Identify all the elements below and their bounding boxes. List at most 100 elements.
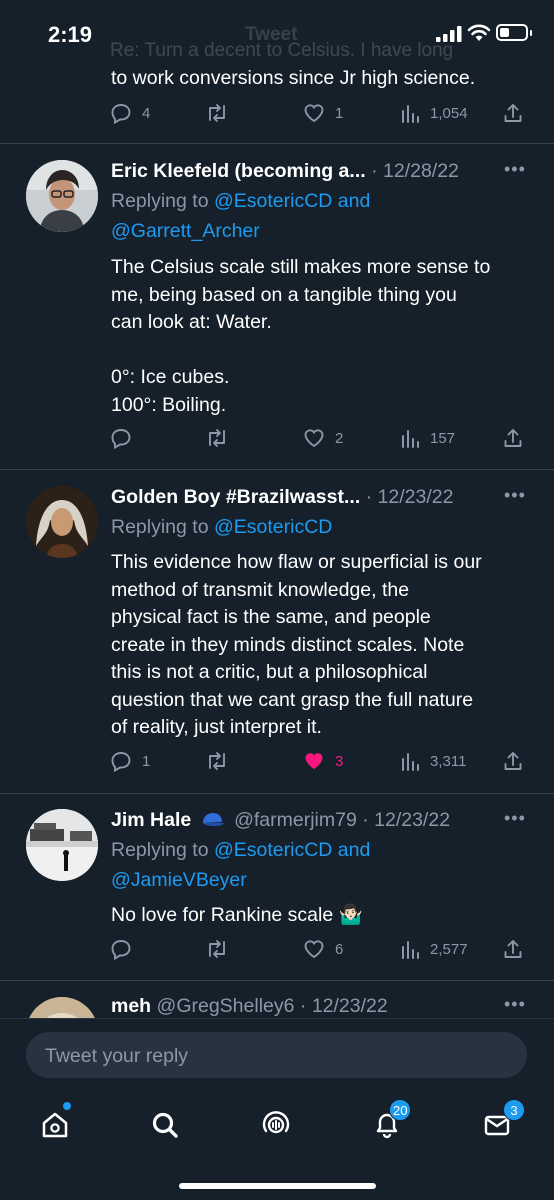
reply-button[interactable] (110, 938, 142, 960)
tab-spaces[interactable] (256, 1105, 296, 1145)
battery-icon (496, 24, 528, 41)
author-name[interactable]: meh (111, 995, 151, 1017)
avatar[interactable] (26, 809, 98, 881)
tweet-date[interactable]: · 12/23/22 (300, 995, 388, 1017)
divider (0, 793, 554, 794)
like-count: 6 (335, 940, 344, 958)
reply-icon (111, 104, 131, 124)
more-options-icon[interactable]: ••• (504, 994, 526, 1015)
tweet-text-line: 0°: Ice cubes. (111, 366, 230, 388)
battery-tip (530, 30, 532, 36)
views-button[interactable]: 3,311 (400, 750, 466, 772)
retweet-button[interactable] (205, 750, 229, 772)
views-button[interactable]: 1,054 (400, 102, 468, 124)
share-icon (504, 429, 522, 447)
heart-filled-icon (305, 753, 323, 769)
retweet-icon (209, 752, 225, 770)
views-button[interactable]: 2,577 (400, 938, 468, 960)
mention-link[interactable]: @EsotericCD (214, 516, 332, 538)
avatar-image (26, 486, 98, 558)
like-button[interactable]: 1 (303, 102, 343, 124)
author-name[interactable]: Jim Hale (111, 809, 191, 831)
share-button[interactable] (503, 750, 523, 772)
views-button[interactable]: 157 (400, 427, 455, 449)
replying-to: Replying to @EsotericCD and @Garrett_Arc… (111, 186, 370, 246)
more-options-icon[interactable]: ••• (504, 485, 526, 506)
spaces-icon (262, 1111, 290, 1134)
like-button[interactable]: 2 (303, 427, 343, 449)
tweet-text-line: me, being based on a tangible thing you (111, 283, 457, 306)
share-button[interactable] (503, 938, 523, 960)
clock: 2:19 (48, 22, 93, 47)
heart-icon (304, 940, 324, 959)
tweet-header: meh @GregShelley6 · 12/23/22 (111, 995, 388, 1018)
tweet-date[interactable]: · 12/23/22 (362, 809, 450, 831)
more-options-icon[interactable]: ••• (504, 808, 526, 829)
reply-compose-bar[interactable] (26, 1032, 527, 1080)
avatar[interactable] (26, 997, 98, 1018)
share-button[interactable] (503, 427, 523, 449)
tweet-text-line: The Celsius scale still makes more sense… (111, 256, 491, 278)
retweet-button[interactable] (205, 427, 229, 449)
share-icon (504, 752, 522, 770)
like-button[interactable]: 6 (303, 938, 343, 960)
retweet-icon (209, 104, 225, 122)
avatar-image (26, 160, 98, 232)
view-count: 3,311 (430, 752, 467, 770)
tab-search[interactable] (145, 1105, 185, 1145)
tweet-text-tail: to work conversions since Jr high scienc… (111, 67, 476, 89)
tweet-text-line: can look at: Water. (111, 311, 272, 333)
heart-icon (304, 429, 324, 448)
notifications-badge: 20 (389, 1099, 412, 1121)
tweet-text-line (111, 337, 531, 365)
views-icon (402, 430, 419, 448)
reply-button[interactable] (110, 427, 142, 449)
avatar[interactable] (26, 160, 98, 232)
mention-link[interactable]: @Garrett_Archer (111, 220, 260, 242)
replying-to-label: Replying to (111, 839, 209, 861)
divider (0, 469, 554, 470)
view-count: 2,577 (430, 940, 468, 958)
avatar[interactable] (26, 486, 98, 558)
status-bar: Tweet Re: Turn a decent to Celsius. I ha… (0, 0, 554, 64)
avatar-image (26, 997, 98, 1018)
retweet-button[interactable] (205, 938, 229, 960)
tweet-text-line: No love for Rankine scale 🤷🏻‍♂️ (111, 904, 363, 926)
share-icon (504, 940, 522, 958)
search-icon (152, 1112, 178, 1138)
reply-button[interactable]: 4 (110, 102, 150, 124)
tweet-text-line: physical fact is the same, and people (111, 606, 431, 628)
heart-icon (304, 104, 324, 123)
mention-link[interactable]: @EsotericCD and (214, 839, 370, 861)
author-name[interactable]: Golden Boy #Brazilwasst... (111, 486, 360, 508)
mention-link[interactable]: @JamieVBeyer (111, 869, 247, 891)
tweet-date[interactable]: · 12/28/22 (371, 160, 459, 182)
reply-button[interactable]: 1 (110, 750, 150, 772)
author-handle[interactable]: @GregShelley6 (157, 995, 295, 1017)
share-button[interactable] (503, 102, 523, 124)
author-handle[interactable]: @farmerjim79 (234, 809, 357, 831)
home-notification-dot (63, 1102, 71, 1110)
tweet-meh[interactable]: meh @GregShelley6 · 12/23/22 ••• (0, 994, 554, 1018)
retweet-button[interactable] (205, 102, 229, 124)
tweet-text-line: this is not a critic, but a philosophica… (111, 661, 428, 683)
tweet-text: The Celsius scale still makes more sense… (111, 254, 531, 419)
replying-to-label: Replying to (111, 190, 209, 212)
mention-link[interactable]: @EsotericCD and (214, 190, 370, 212)
tweet-header: Eric Kleefeld (becoming a... · 12/28/22 (111, 160, 459, 183)
views-icon (402, 753, 419, 771)
more-options-icon[interactable]: ••• (504, 159, 526, 180)
tweet-actions: 2 157 (110, 427, 530, 455)
replying-to-label: Replying to (111, 516, 209, 538)
author-name[interactable]: Eric Kleefeld (becoming a... (111, 160, 366, 182)
tweet-actions: 4 1 1,054 (110, 102, 530, 130)
messages-badge: 3 (503, 1099, 525, 1121)
like-button[interactable]: 3 (303, 750, 343, 772)
tab-home[interactable] (35, 1105, 75, 1145)
views-icon (402, 941, 419, 959)
tweet-text-line: create in they minds distinct scales. No… (111, 633, 465, 656)
reply-input[interactable] (43, 1032, 507, 1080)
divider (0, 143, 554, 144)
tweet-date[interactable]: · 12/23/22 (366, 486, 454, 508)
view-count: 157 (430, 429, 456, 447)
